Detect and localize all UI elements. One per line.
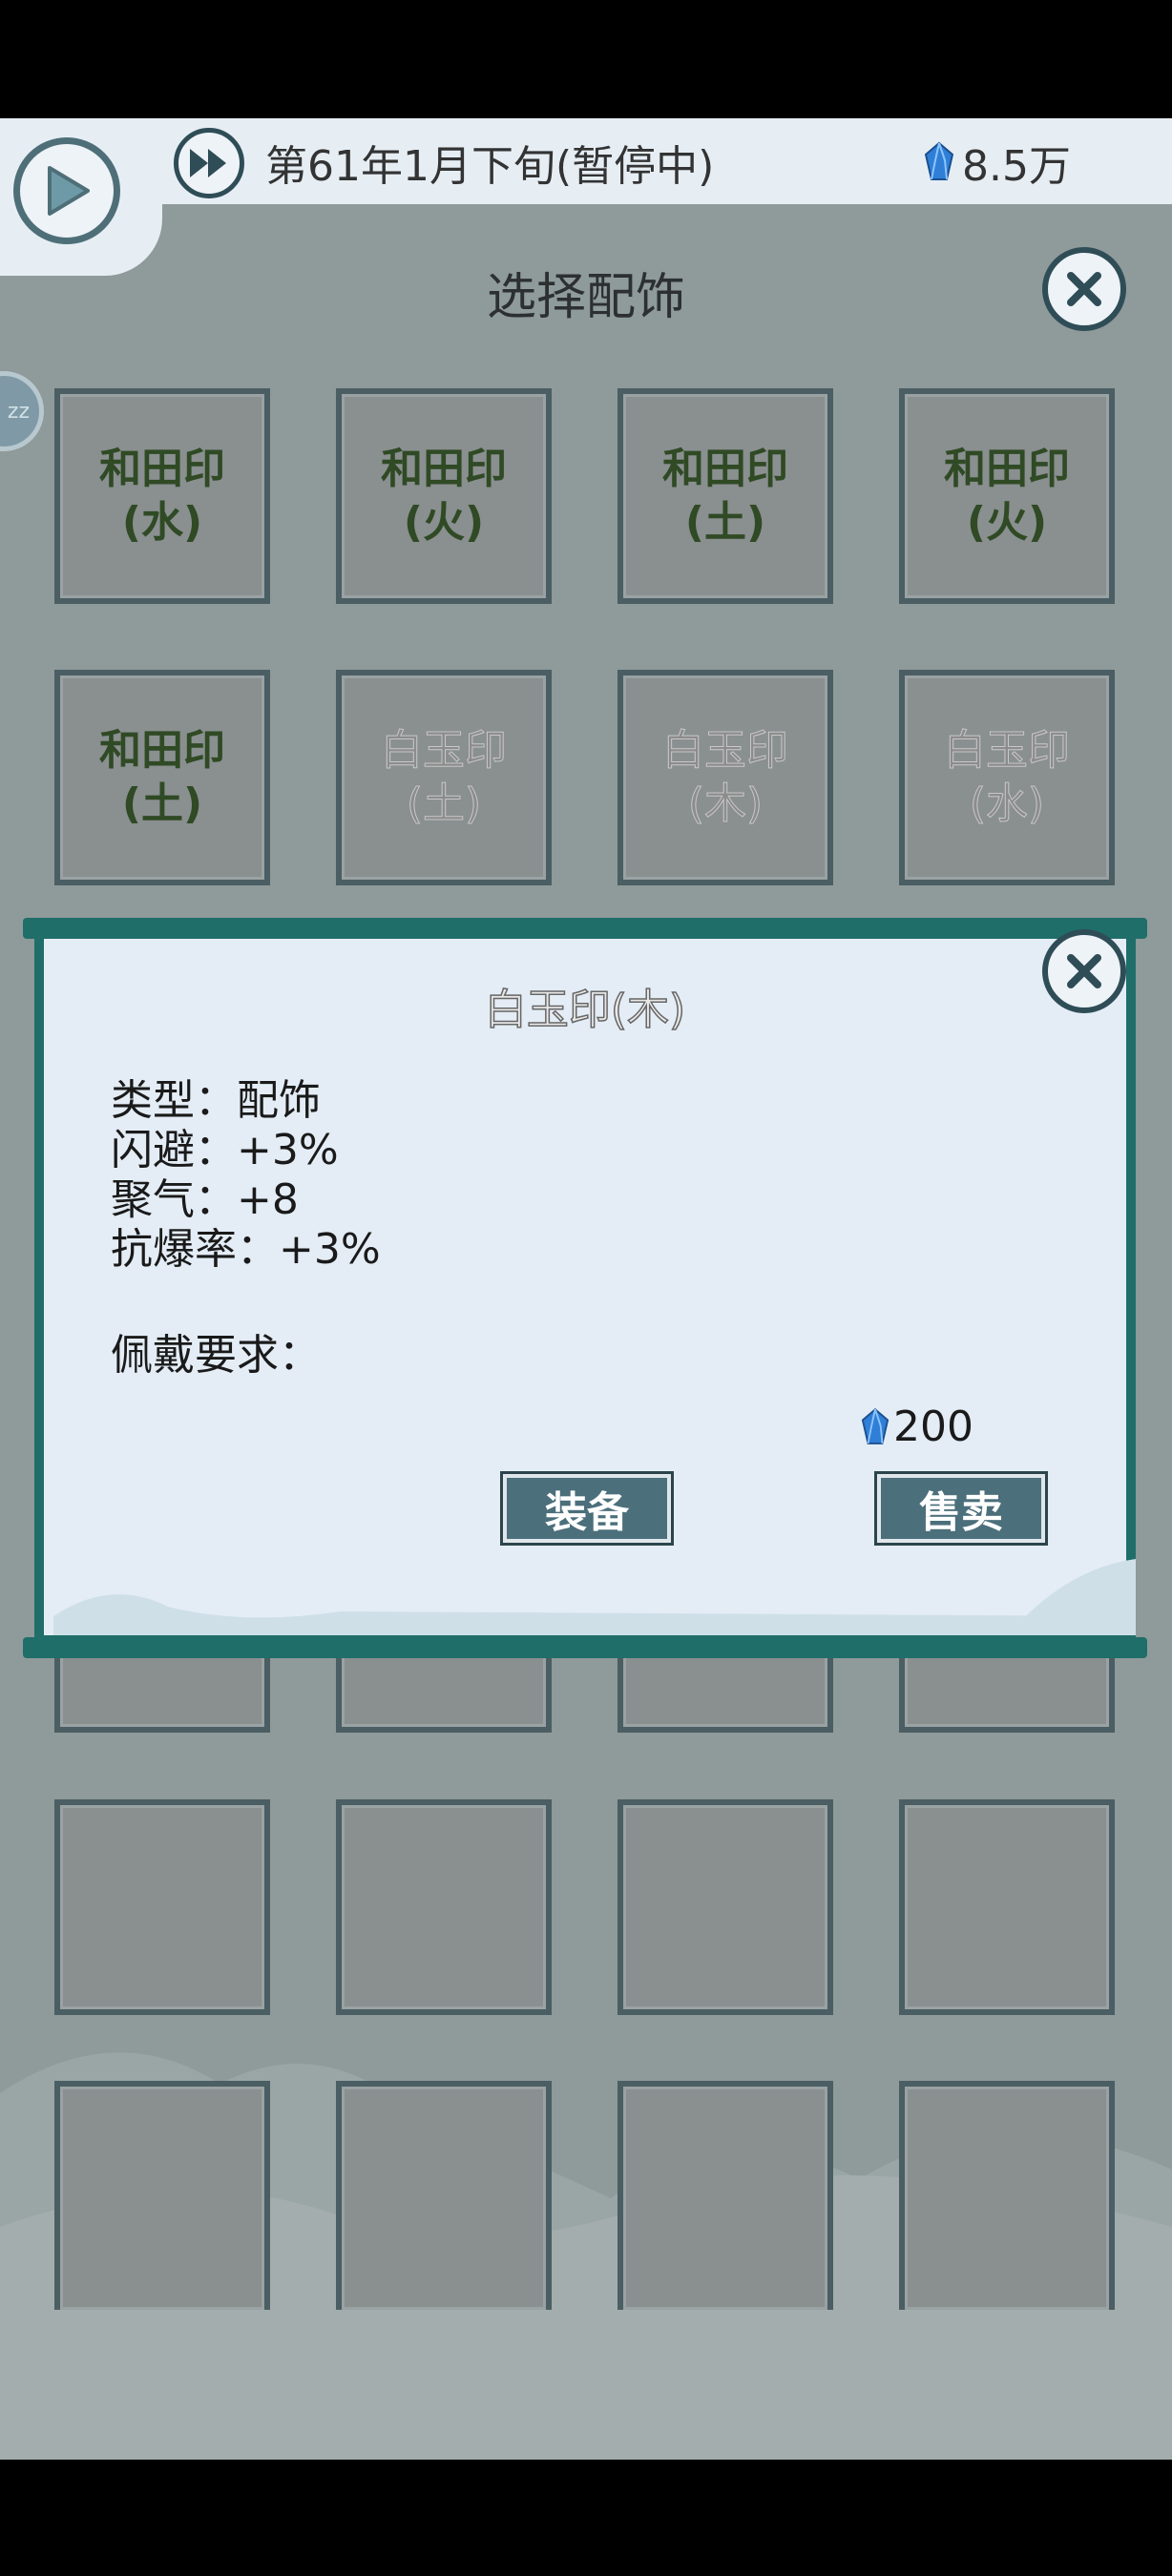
empty-slot[interactable] (617, 1799, 833, 2015)
gem-icon (924, 141, 954, 180)
dialog-hill-decoration (53, 1559, 1136, 1635)
item-stats: 类型：配饰 闪避：+3% 聚气：+8 抗爆率：+3% (111, 1076, 381, 1275)
accessory-label: 和田印(土) (662, 445, 788, 547)
accessory-slot[interactable]: 和田印(火) (899, 388, 1115, 604)
empty-slot[interactable] (899, 2081, 1115, 2310)
empty-slot[interactable] (336, 1799, 552, 2015)
accessory-slot[interactable]: 和田印(土) (617, 388, 833, 604)
empty-slot[interactable] (54, 2081, 270, 2310)
sleep-icon[interactable]: zz (0, 371, 44, 451)
page-title: 选择配饰 (486, 269, 685, 326)
stat-qi: 聚气：+8 (111, 1175, 299, 1224)
price-value: 200 (893, 1402, 973, 1451)
fast-forward-icon (190, 149, 226, 177)
sell-button[interactable]: 售卖 (874, 1471, 1048, 1546)
accessory-slot[interactable]: 和田印(火) (336, 388, 552, 604)
accessory-label: 和田印(火) (944, 445, 1070, 547)
accessory-label: 和田印(土) (99, 726, 225, 828)
empty-slot[interactable] (336, 2081, 552, 2310)
game-date: 第61年1月下旬(暂停中) (265, 142, 715, 191)
empty-slot[interactable] (899, 1799, 1115, 2015)
sell-price: 200 (861, 1402, 973, 1451)
item-name: 白玉印(木) (484, 985, 686, 1035)
system-bottom-bar (0, 2460, 1172, 2576)
gem-amount: 8.5万 (962, 142, 1071, 191)
gem-balance: 8.5万 (924, 132, 1071, 193)
gem-icon (861, 1407, 889, 1444)
accessory-slot[interactable]: 白玉印(水) (899, 670, 1115, 885)
accessory-label: 白玉印(土) (381, 726, 508, 829)
close-icon (1067, 272, 1101, 306)
accessory-label: 和田印(火) (381, 445, 507, 547)
accessory-label: 白玉印(水) (944, 726, 1071, 829)
stat-dodge: 闪避：+3% (111, 1126, 339, 1174)
accessory-slot[interactable]: 白玉印(土) (336, 670, 552, 885)
fast-forward-button[interactable] (174, 128, 244, 198)
empty-slot[interactable] (54, 1799, 270, 2015)
system-top-bar (0, 0, 1172, 118)
play-icon (48, 166, 90, 216)
accessory-slot[interactable]: 和田印(水) (54, 388, 270, 604)
item-detail-dialog: 白玉印(木) 类型：配饰 闪避：+3% 聚气：+8 抗爆率：+3% 佩戴要求： … (23, 918, 1147, 1662)
stat-crit-resist: 抗爆率：+3% (111, 1225, 381, 1274)
scroll-rod-bottom (23, 1637, 1147, 1658)
game-screen: 第61年1月下旬(暂停中) 8.5万 选择配饰 zz 和田印(水) 和田印(火)… (0, 118, 1172, 2460)
item-type: 类型：配饰 (111, 1076, 321, 1125)
close-panel-button[interactable] (1042, 247, 1126, 331)
accessory-slot[interactable]: 和田印(土) (54, 670, 270, 885)
empty-slot[interactable] (617, 2081, 833, 2310)
accessory-slot[interactable]: 白玉印(木) (617, 670, 833, 885)
accessory-label: 白玉印(木) (662, 726, 789, 829)
accessory-label: 和田印(水) (99, 445, 225, 547)
equip-button[interactable]: 装备 (500, 1471, 674, 1546)
wear-requirement: 佩戴要求： (111, 1331, 321, 1380)
play-button[interactable] (13, 137, 120, 244)
scroll-rod-top (23, 918, 1147, 939)
